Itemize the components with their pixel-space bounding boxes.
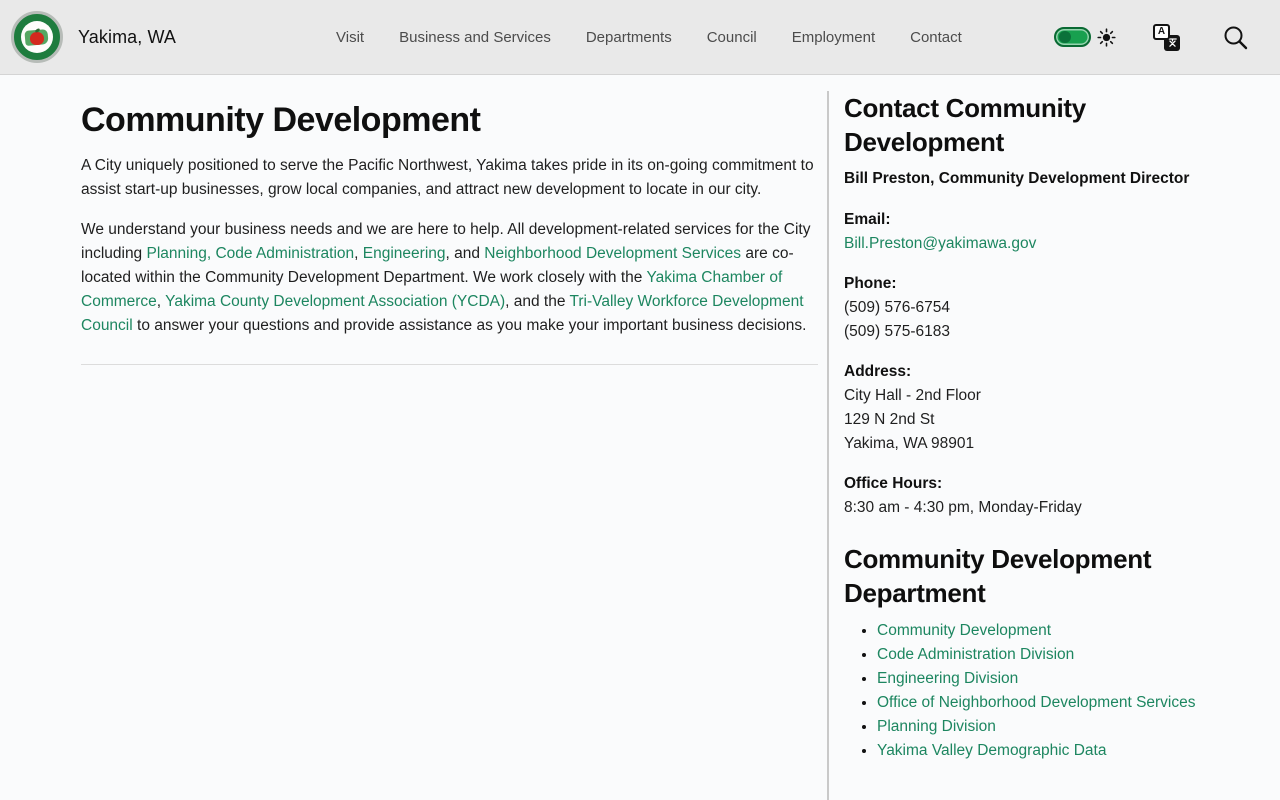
nav-item-council[interactable]: Council <box>707 29 757 46</box>
sun-icon <box>1097 27 1116 47</box>
city-seal-logo[interactable] <box>11 11 63 63</box>
department-link[interactable]: Community Development <box>877 622 1051 639</box>
translate-letter-a: A <box>1153 23 1170 40</box>
site-title: Yakima, WA <box>78 26 177 47</box>
contact-heading: Contact Community Development <box>844 93 1086 157</box>
sidebar: Contact Community Development Bill Prest… <box>827 91 1203 800</box>
department-list-item: Community Development <box>877 619 1203 643</box>
phone-group: Phone: (509) 576-6754 (509) 575-6183 <box>844 272 1203 344</box>
department-list-item: Office of Neighborhood Development Servi… <box>877 691 1203 715</box>
toggle-knob <box>1059 31 1071 43</box>
nav-item-business-and-services[interactable]: Business and Services <box>399 29 551 46</box>
inline-text-link[interactable]: Neighborhood Development Services <box>484 245 741 262</box>
department-list-item: Yakima Valley Demographic Data <box>877 739 1203 763</box>
intro-paragraph: A City uniquely positioned to serve the … <box>81 157 814 198</box>
email-link[interactable]: Bill.Preston@yakimawa.gov <box>844 235 1036 252</box>
search-icon[interactable] <box>1222 24 1249 51</box>
body-paragraph: We understand your business needs and we… <box>81 221 811 334</box>
department-link[interactable]: Planning Division <box>877 718 996 735</box>
main-nav: Visit Business and Services Departments … <box>336 29 962 46</box>
department-links-list: Community Development Code Administration… <box>844 619 1203 763</box>
header-controls: A <box>1054 23 1249 51</box>
department-link[interactable]: Office of Neighborhood Development Servi… <box>877 694 1196 711</box>
office-hours-group: Office Hours: 8:30 am - 4:30 pm, Monday-… <box>844 472 1203 520</box>
address-line: 129 N 2nd St <box>844 411 935 428</box>
nav-item-contact[interactable]: Contact <box>910 29 962 46</box>
theme-toggle-switch[interactable] <box>1054 27 1091 47</box>
translate-icon[interactable]: A <box>1153 23 1180 51</box>
address-label: Address: <box>844 363 912 380</box>
department-link[interactable]: Yakima Valley Demographic Data <box>877 742 1106 759</box>
department-heading: Community Development Department <box>844 544 1152 608</box>
nav-item-departments[interactable]: Departments <box>586 29 672 46</box>
site-header: Yakima, WA Visit Business and Services D… <box>0 0 1280 75</box>
phone-number: (509) 576-6754 <box>844 299 950 316</box>
inline-text-link[interactable]: Engineering <box>363 245 446 262</box>
phone-label: Phone: <box>844 275 897 292</box>
city-seal-inner <box>21 21 53 53</box>
director-name: Bill Preston, Community Development Dire… <box>844 170 1190 187</box>
inline-text-link[interactable]: Planning, Code Administration <box>147 245 355 262</box>
department-list-item: Planning Division <box>877 715 1203 739</box>
inline-text-link[interactable]: Yakima County Development Association (Y… <box>165 293 505 310</box>
office-hours-label: Office Hours: <box>844 475 943 492</box>
department-list-item: Engineering Division <box>877 667 1203 691</box>
nav-item-employment[interactable]: Employment <box>792 29 875 46</box>
email-label: Email: <box>844 211 891 228</box>
address-line: Yakima, WA 98901 <box>844 435 975 452</box>
department-link[interactable]: Code Administration Division <box>877 646 1074 663</box>
email-group: Email: Bill.Preston@yakimawa.gov <box>844 208 1203 256</box>
page-title: Community Development <box>81 101 481 139</box>
address-group: Address: City Hall - 2nd Floor 129 N 2nd… <box>844 360 1203 456</box>
department-list-item: Code Administration Division <box>877 643 1203 667</box>
nav-item-visit[interactable]: Visit <box>336 29 364 46</box>
main-column: Community Development A City uniquely po… <box>81 91 818 800</box>
address-line: City Hall - 2nd Floor <box>844 387 981 404</box>
department-link[interactable]: Engineering Division <box>877 670 1018 687</box>
page-content: Community Development A City uniquely po… <box>0 75 1280 800</box>
content-divider <box>81 364 818 365</box>
apple-icon <box>30 32 44 45</box>
office-hours-value: 8:30 am - 4:30 pm, Monday-Friday <box>844 499 1082 516</box>
phone-number: (509) 575-6183 <box>844 323 950 340</box>
